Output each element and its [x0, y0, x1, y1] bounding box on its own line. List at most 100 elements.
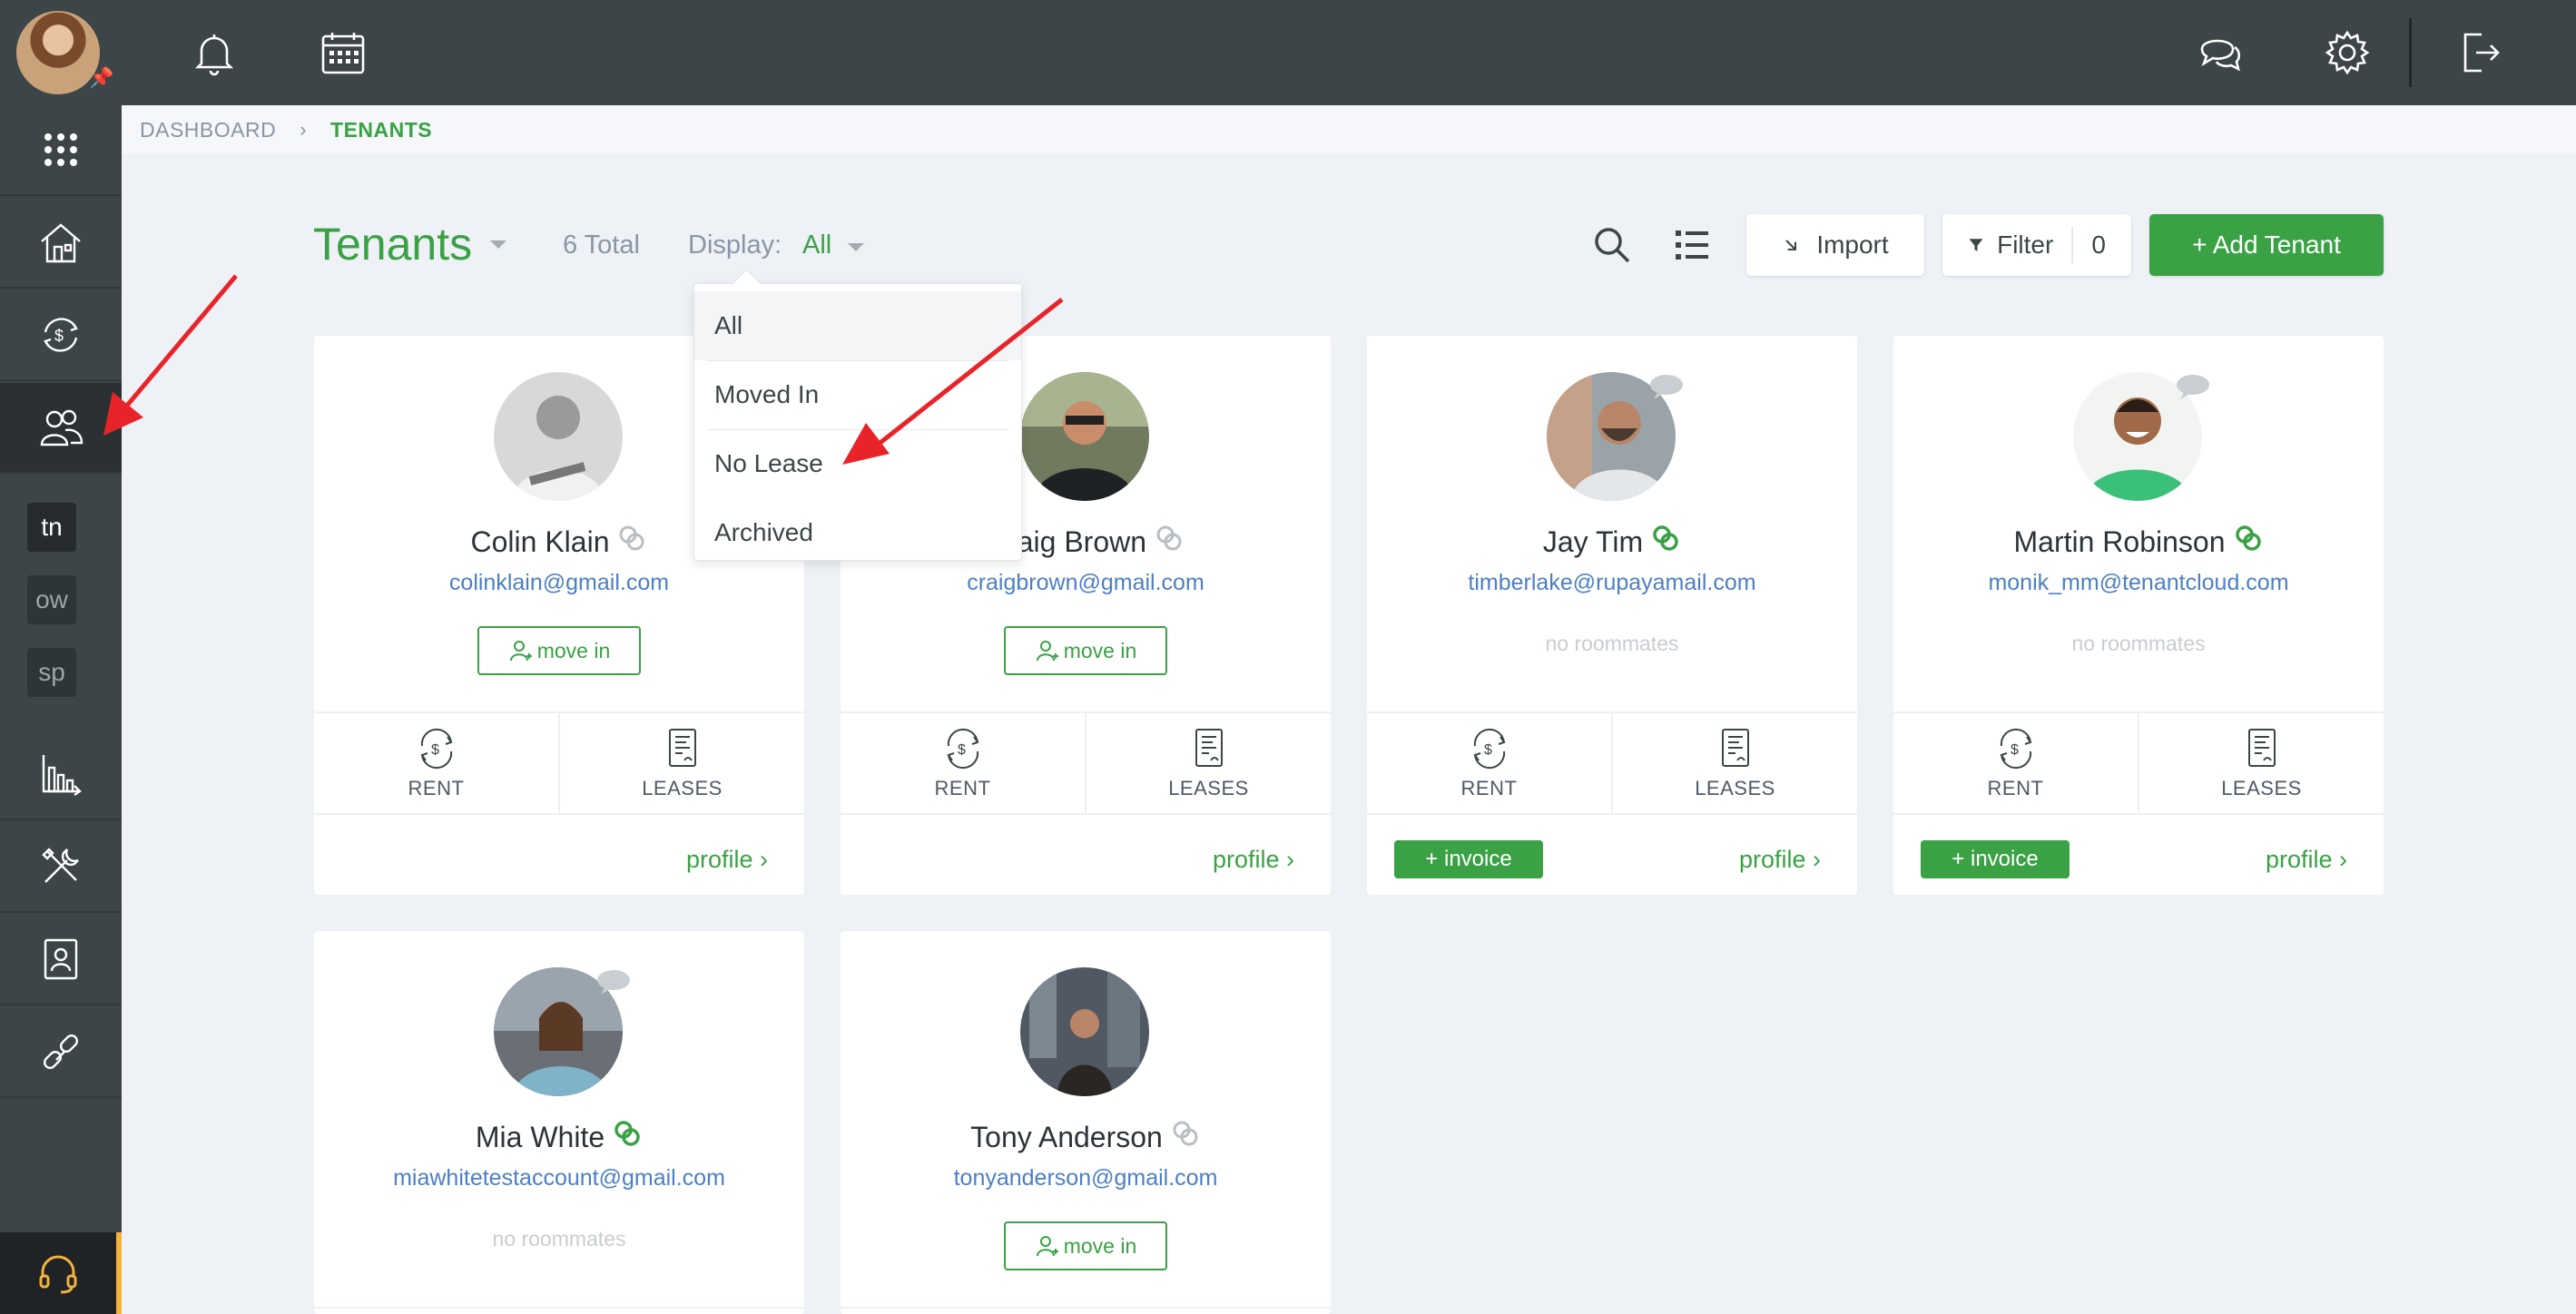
display-select[interactable]: All	[802, 230, 831, 260]
pin-icon[interactable]: 📌	[89, 67, 113, 89]
integrations-link-icon[interactable]	[0, 1007, 122, 1098]
add-tenant-button[interactable]: + Add Tenant	[2149, 214, 2384, 276]
svg-text:$: $	[958, 742, 966, 758]
breadcrumb: DASHBOARD › TENANTS	[122, 105, 2576, 154]
tenant-email[interactable]: craigbrown@gmail.com	[841, 570, 1331, 596]
user-plus-icon	[1036, 1236, 1058, 1257]
breadcrumb-dashboard[interactable]: DASHBOARD	[140, 118, 276, 142]
rent-dollar-icon: $	[1999, 728, 2032, 770]
support-headset-icon[interactable]	[0, 1232, 122, 1314]
tenant-name[interactable]: Tony Anderson	[970, 1121, 1163, 1153]
unlinked-status-icon	[1173, 1121, 1198, 1146]
chat-bubble-icon[interactable]	[1647, 372, 1686, 401]
move-in-label: move in	[1063, 638, 1137, 662]
properties-house-icon[interactable]	[0, 198, 122, 289]
mini-nav-tn[interactable]: tn	[27, 503, 76, 552]
tenant-card: Tony Anderson tonyanderson@gmail.com mov…	[841, 931, 1331, 1314]
reports-chart-icon[interactable]	[0, 730, 122, 820]
tenant-email[interactable]: timberlake@rupayamail.com	[1367, 570, 1857, 596]
leases-action[interactable]: LEASES	[2138, 713, 2384, 813]
top-bar	[122, 0, 2576, 105]
user-avatar[interactable]	[16, 11, 100, 94]
rent-action[interactable]: $ RENT	[314, 713, 558, 813]
leases-label: LEASES	[1168, 777, 1249, 799]
tenant-email[interactable]: colinklain@gmail.com	[314, 570, 804, 596]
roommates-status: no roommates	[2071, 632, 2206, 655]
display-label: Display:	[688, 230, 782, 260]
move-in-button[interactable]: move in	[1004, 626, 1167, 675]
import-button[interactable]: Import	[1746, 214, 1924, 276]
list-view-icon[interactable]	[1670, 223, 1714, 267]
leases-action[interactable]: LEASES	[1085, 713, 1331, 813]
display-option-all[interactable]: All	[694, 291, 1021, 360]
rent-label: RENT	[934, 777, 991, 799]
maintenance-tools-icon[interactable]	[0, 822, 122, 913]
tenants-people-icon[interactable]	[0, 383, 122, 474]
tenant-email[interactable]: monik_mm@tenantcloud.com	[1893, 570, 2384, 596]
leases-action[interactable]: LEASES	[1611, 713, 1857, 813]
mini-nav-ow[interactable]: ow	[27, 575, 76, 624]
leases-action[interactable]: LEASES	[558, 713, 804, 813]
leases-label: LEASES	[2221, 777, 2302, 799]
filter-button[interactable]: Filter 0	[1942, 214, 2131, 276]
filter-count: 0	[2071, 227, 2106, 263]
display-option-no-lease[interactable]: No Lease	[694, 429, 1021, 498]
logout-icon[interactable]	[2451, 24, 2509, 82]
import-label: Import	[1816, 230, 1889, 259]
apps-grid-icon[interactable]	[0, 105, 122, 196]
chat-bubble-icon[interactable]	[594, 967, 634, 996]
rent-dollar-icon: $	[946, 728, 979, 770]
lease-document-icon	[2247, 729, 2276, 767]
linked-status-icon	[1653, 525, 1678, 551]
rent-action[interactable]: $ RENT	[1367, 713, 1611, 813]
leases-label: LEASES	[642, 777, 723, 799]
documents-contact-icon[interactable]	[0, 915, 122, 1005]
tenant-card: Mia White miawhitetestaccount@gmail.com …	[314, 931, 804, 1314]
mini-nav-sp[interactable]: sp	[27, 648, 76, 697]
tenant-photo[interactable]	[1020, 967, 1149, 1096]
unlinked-status-icon	[619, 525, 644, 551]
page-title[interactable]: Tenants	[313, 218, 472, 270]
tenant-name[interactable]: Martin Robinson	[2014, 525, 2226, 558]
add-invoice-button[interactable]: + invoice	[1394, 840, 1543, 878]
display-option-archived[interactable]: Archived	[694, 498, 1021, 567]
tenant-name[interactable]: Jay Tim	[1543, 525, 1643, 558]
add-invoice-button[interactable]: + invoice	[1921, 840, 2070, 878]
payments-dollar-icon[interactable]: $	[0, 290, 122, 381]
calendar-icon[interactable]	[314, 24, 372, 82]
profile-link[interactable]: profile ›	[1213, 846, 1294, 874]
profile-link[interactable]: profile ›	[1739, 846, 1821, 874]
tenant-email[interactable]: tonyanderson@gmail.com	[841, 1165, 1331, 1191]
display-option-moved-in[interactable]: Moved In	[694, 360, 1021, 429]
messages-chat-icon[interactable]	[2191, 24, 2249, 82]
user-plus-icon	[1036, 641, 1058, 662]
tenant-email[interactable]: miawhitetestaccount@gmail.com	[314, 1165, 804, 1191]
tenant-name[interactable]: Colin Klain	[471, 525, 610, 558]
breadcrumb-tenants: TENANTS	[330, 117, 433, 142]
rent-action[interactable]: $ RENT	[841, 713, 1085, 813]
rent-label: RENT	[1460, 777, 1518, 799]
tenant-photo[interactable]	[1020, 372, 1149, 501]
topbar-divider	[2409, 18, 2412, 87]
settings-gear-icon[interactable]	[2318, 24, 2376, 82]
search-icon[interactable]	[1590, 223, 1634, 267]
move-in-button[interactable]: move in	[1004, 1221, 1167, 1270]
tenant-photo[interactable]	[494, 372, 623, 501]
rent-dollar-icon: $	[1472, 728, 1506, 770]
unlinked-status-icon	[1156, 525, 1182, 551]
rent-action[interactable]: $ RENT	[1893, 713, 2138, 813]
tenants-total: 6 Total	[563, 230, 640, 260]
profile-link[interactable]: profile ›	[2266, 846, 2347, 874]
roommates-status: no roommates	[492, 1227, 626, 1250]
display-caret-down-icon[interactable]	[848, 243, 864, 251]
tenant-name[interactable]: Mia White	[476, 1121, 605, 1153]
chat-bubble-icon[interactable]	[2173, 372, 2213, 401]
filter-label: Filter	[1997, 230, 2054, 259]
card-actions-divider	[314, 1307, 804, 1314]
title-caret-down-icon[interactable]	[490, 240, 506, 249]
move-in-button[interactable]: move in	[477, 626, 641, 675]
svg-text:$: $	[54, 327, 64, 345]
notifications-bell-icon[interactable]	[185, 24, 243, 82]
profile-link[interactable]: profile ›	[686, 846, 768, 874]
display-dropdown-menu: All Moved In No Lease Archived	[693, 283, 1022, 561]
